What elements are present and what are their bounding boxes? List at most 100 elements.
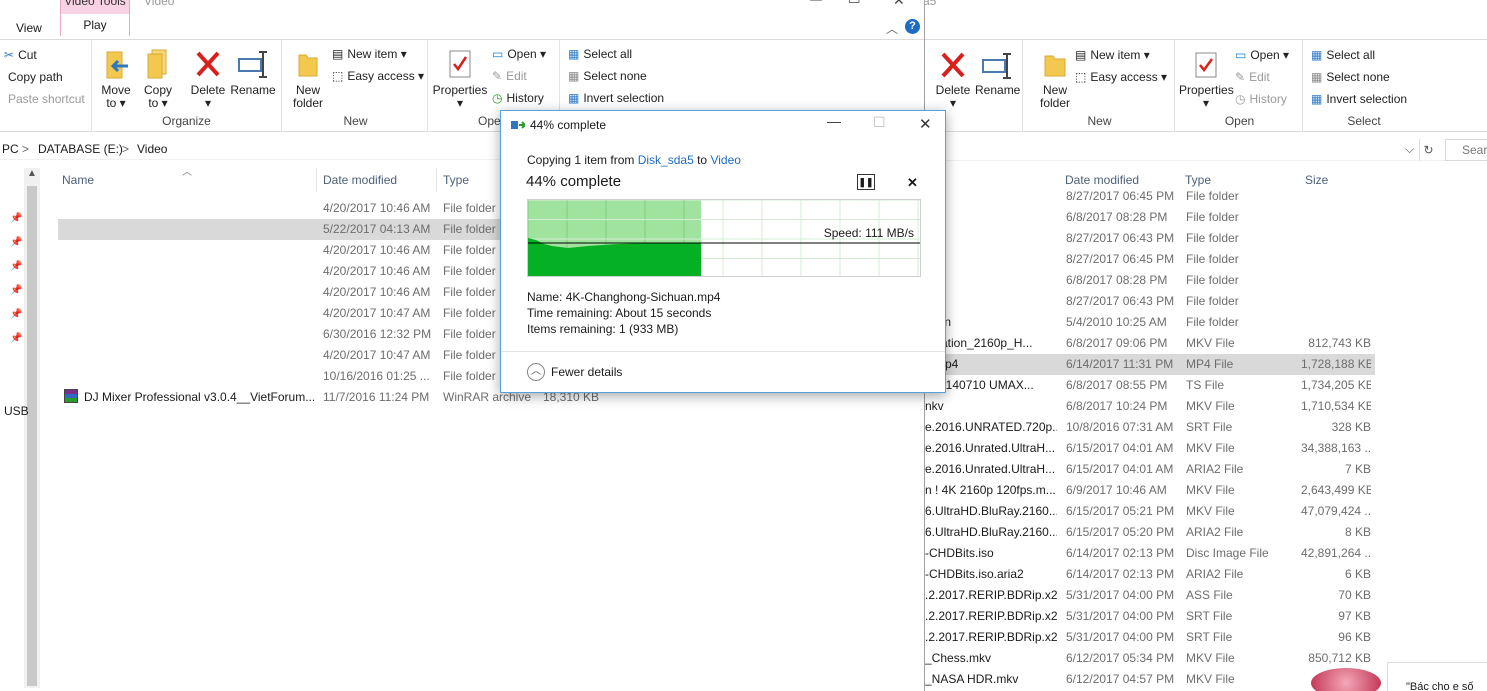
help-icon[interactable]: ?	[905, 19, 920, 34]
file-type: SRT File	[1186, 609, 1233, 623]
scroll-up-icon[interactable]: ▲	[24, 168, 40, 184]
rename-label: Rename	[230, 83, 276, 97]
file-date: 6/12/2017 05:34 PM	[1066, 651, 1175, 665]
scrollbar-thumb[interactable]	[27, 186, 37, 686]
table-row[interactable]: _NASA HDR.mkv6/12/2017 04:57 PMMKV File.…	[921, 669, 1375, 690]
table-row[interactable]: 8/27/2017 06:45 PM File folder	[921, 186, 1375, 207]
dialog-maximize-button[interactable]: ☐	[873, 114, 886, 131]
select-none-button[interactable]: ▦ Select none	[568, 69, 647, 83]
dialog-titlebar[interactable]: 44% complete — ☐ ✕	[501, 111, 945, 139]
table-row[interactable]: _Chess.mkv 6/12/2017 05:34 PM MKV File 850,…	[921, 648, 1375, 669]
col-type[interactable]: Type	[443, 173, 469, 193]
table-row[interactable]: .2.2017.RERIP.BDRip.x2... 5/31/2017 04:00…	[921, 606, 1375, 627]
history-button[interactable]: ◷ History	[492, 91, 544, 105]
fewer-details-button[interactable]: ︿ Fewer details	[527, 363, 622, 381]
refresh-icon[interactable]: ↻	[1419, 139, 1437, 161]
col-date[interactable]: Date modified	[323, 173, 397, 193]
cut-button[interactable]: ✂ Cut	[4, 48, 37, 62]
table-row[interactable]: e.2016.Unrated.UltraH... 6/15/2017 04:01 …	[921, 438, 1375, 459]
invert-selection-button[interactable]: ▦ Invert selection	[568, 91, 664, 105]
copy-to-button[interactable]: Copy to ▾	[140, 48, 176, 110]
right-properties-button[interactable]: Properties ▾	[1179, 50, 1234, 110]
open-button[interactable]: ▭ Open ▾	[492, 47, 546, 61]
right-select-none-button[interactable]: ▦ Select none	[1311, 70, 1390, 84]
copy-path-button[interactable]: Copy path	[8, 70, 63, 84]
source-link[interactable]: Disk_sda5	[638, 153, 694, 167]
right-history-button[interactable]: ◷ History	[1235, 92, 1287, 106]
rename-button[interactable]: Rename	[230, 48, 276, 97]
search-input[interactable]: Searc	[1445, 139, 1487, 161]
tab-view[interactable]: View	[16, 21, 42, 35]
table-row[interactable]: ectation_2160p_H... 6/8/2017 09:06 PM MKV …	[921, 333, 1375, 354]
file-date: 5/31/2017 04:00 PM	[1066, 609, 1175, 623]
file-date: 8/27/2017 06:45 PM	[1066, 252, 1175, 266]
table-row[interactable]: n ! 4K 2160p 120fps.m... 6/9/2017 10:46 A…	[921, 480, 1375, 501]
table-row[interactable]: .2.2017.RERIP.BDRip.x2... 5/31/2017 04:00…	[921, 627, 1375, 648]
edit-button[interactable]: ✎ Edit	[492, 69, 527, 83]
right-edit-button[interactable]: ✎ Edit	[1235, 70, 1270, 84]
right-rename-button[interactable]: Rename	[975, 50, 1020, 97]
table-row[interactable]: 6.UltraHD.BluRay.2160... 6/15/2017 05:20 …	[921, 522, 1375, 543]
table-row[interactable]: n.mp46/14/2017 11:31 PMMP4 File1,728,188…	[921, 354, 1375, 375]
breadcrumb-pc[interactable]: PC	[2, 142, 19, 156]
right-select-all-button[interactable]: ▦ Select all	[1311, 48, 1375, 62]
table-row[interactable]: -CHDBits.iso 6/14/2017 02:13 PM Disc Image…	[921, 543, 1375, 564]
dialog-close-button[interactable]: ✕	[919, 115, 932, 133]
file-type: File folder	[1186, 315, 1239, 329]
file-date: 4/20/2017 10:46 AM	[323, 201, 431, 215]
paste-shortcut-button[interactable]: Paste shortcut	[8, 92, 85, 106]
new-folder-button[interactable]: New folder	[288, 48, 328, 110]
col-divider[interactable]	[316, 168, 317, 192]
move-to-button[interactable]: Move to ▾	[98, 48, 134, 110]
ribbon-collapse-icon[interactable]: ︿	[886, 20, 898, 37]
new-item-button[interactable]: ▤ New item ▾	[332, 47, 407, 61]
file-type: ARIA2 File	[1186, 567, 1244, 581]
col-name[interactable]: Name	[62, 173, 94, 193]
right-open-button[interactable]: ▭ Open ▾	[1235, 48, 1289, 62]
nav-usb-label[interactable]: USB	[4, 404, 29, 418]
right-delete-button[interactable]: Delete ▾	[935, 50, 971, 110]
file-size: 6 KB	[1344, 567, 1371, 581]
right-address-bar[interactable]: ⌵ ↻ Searc	[921, 139, 1487, 161]
maximize-button[interactable]: ☐	[848, 0, 861, 7]
nav-pane-scrollbar[interactable]: ▲	[24, 168, 40, 688]
table-row[interactable]: 8/27/2017 06:43 PM File folder	[921, 228, 1375, 249]
table-row[interactable]: 6.UltraHD.BluRay.2160... 6/15/2017 05:21 …	[921, 501, 1375, 522]
properties-button[interactable]: Properties ▾	[430, 48, 490, 110]
breadcrumb-drive[interactable]: DATABASE (E:)	[38, 142, 123, 156]
table-row[interactable]: nkv 6/8/2017 10:24 PM MKV File 1,710,534 KB	[921, 396, 1375, 417]
easy-access-button[interactable]: ⬚ Easy access ▾	[332, 69, 424, 83]
address-dropdown-icon[interactable]: ⌵	[1405, 142, 1414, 157]
table-row[interactable]: 8/27/2017 06:45 PM File folder	[921, 249, 1375, 270]
right-new-folder-button[interactable]: New folder	[1033, 50, 1077, 110]
right-easy-access-button[interactable]: ⬚ Easy access ▾	[1075, 70, 1167, 84]
chat-popup[interactable]: "Bác cho e số	[1387, 662, 1487, 691]
breadcrumb-video[interactable]: Video	[137, 142, 167, 156]
pin-icon: 📌	[10, 237, 23, 248]
file-date: 6/8/2017 08:28 PM	[1066, 273, 1168, 287]
table-row[interactable]: e.2016.UNRATED.720p.... 10/8/2016 07:31 A…	[921, 417, 1375, 438]
destination-link[interactable]: Video	[710, 153, 740, 167]
select-all-button[interactable]: ▦ Select all	[568, 47, 632, 61]
properties-icon	[1195, 52, 1217, 78]
file-date: 8/27/2017 06:43 PM	[1066, 294, 1175, 308]
dialog-minimize-button[interactable]: —	[827, 113, 841, 129]
file-date: 10/16/2016 01:25 ...	[323, 369, 430, 383]
table-row[interactable]: 8/27/2017 06:43 PM File folder	[921, 291, 1375, 312]
table-row[interactable]: hu (140710 UMAX... 6/8/2017 08:55 PM TS Fi…	[921, 375, 1375, 396]
table-row[interactable]: 6/8/2017 08:28 PM File folder	[921, 270, 1375, 291]
table-row[interactable]: .2.2017.RERIP.BDRip.x2... 5/31/2017 04:00…	[921, 585, 1375, 606]
table-row[interactable]: -CHDBits.iso.aria2 6/14/2017 02:13 PM ARIA…	[921, 564, 1375, 585]
right-invert-selection-button[interactable]: ▦ Invert selection	[1311, 92, 1407, 106]
close-button[interactable]: ✕	[893, 0, 905, 9]
cancel-button[interactable]: ✕	[907, 175, 918, 191]
pause-button[interactable]: ❚❚	[857, 174, 875, 190]
tab-play[interactable]: Play	[61, 14, 129, 36]
table-row[interactable]: 6/8/2017 08:28 PM File folder	[921, 207, 1375, 228]
table-row[interactable]: e.2016.Unrated.UltraH... 6/15/2017 04:01 …	[921, 459, 1375, 480]
delete-button[interactable]: Delete ▾	[188, 48, 228, 110]
col-divider[interactable]	[436, 168, 437, 192]
right-new-item-button[interactable]: ▤ New item ▾	[1075, 48, 1150, 62]
table-row[interactable]: ation5/4/2010 10:25 AMFile folder	[921, 312, 1375, 333]
minimize-button[interactable]: —	[810, 0, 822, 6]
